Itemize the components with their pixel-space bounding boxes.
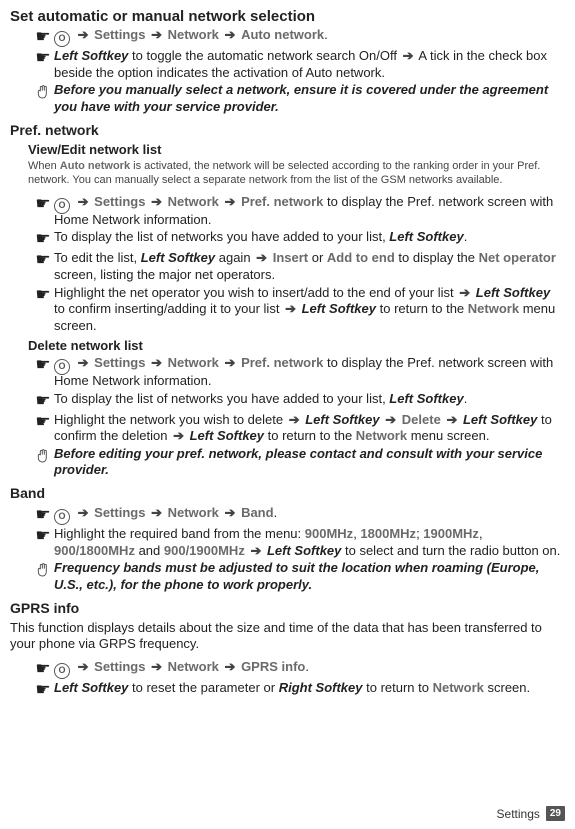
nav-pref-line-2: O ➔ Settings ➔ Network ➔ Pref. network t… (54, 355, 565, 389)
nav-auto-network-line: O ➔ Settings ➔ Network ➔ Auto network. (54, 27, 565, 45)
menu-key-icon: O (54, 359, 70, 375)
pointer-icon: ☛ (32, 527, 54, 546)
page: Set automatic or manual network selectio… (0, 0, 575, 700)
display-list-line-2: To display the list of networks you have… (54, 391, 565, 408)
section-auto: ☛ O ➔ Settings ➔ Network ➔ Auto network.… (32, 27, 565, 116)
section-band: ☛ O ➔ Settings ➔ Network ➔ Band. ☛ Highl… (32, 505, 565, 594)
note-band: Frequency bands must be adjusted to suit… (54, 560, 565, 593)
pointer-icon: ☛ (32, 28, 54, 47)
hand-icon (32, 561, 54, 582)
section-gprs: ☛ O ➔ Settings ➔ Network ➔ GPRS info. ☛ … (32, 659, 565, 700)
delete-line: Highlight the network you wish to delete… (54, 412, 565, 445)
display-list-line: To display the list of networks you have… (54, 229, 565, 246)
note-pref-edit: Before editing your pref. network, pleas… (54, 446, 565, 479)
footer-chapter: Settings (497, 807, 540, 821)
hand-icon (32, 83, 54, 104)
pointer-icon: ☛ (32, 49, 54, 68)
footer-page-number: 29 (546, 806, 565, 821)
menu-key-icon: O (54, 198, 70, 214)
note-manual-select: Before you manually select a network, en… (54, 82, 565, 115)
pointer-icon: ☛ (32, 286, 54, 305)
nav-gprs-line: O ➔ Settings ➔ Network ➔ GPRS info. (54, 659, 565, 677)
highlight-operator-line: Highlight the net operator you wish to i… (54, 285, 565, 335)
nav-pref-line: O ➔ Settings ➔ Network ➔ Pref. network t… (54, 194, 565, 228)
pointer-icon: ☛ (32, 195, 54, 214)
menu-key-icon: O (54, 509, 70, 525)
heading-view-edit: View/Edit network list (28, 142, 565, 157)
heading-auto-manual: Set automatic or manual network selectio… (10, 8, 565, 25)
edit-list-line: To edit the list, Left Softkey again ➔ I… (54, 250, 565, 283)
pointer-icon: ☛ (32, 251, 54, 270)
pointer-icon: ☛ (32, 356, 54, 375)
section-view-edit: ☛ O ➔ Settings ➔ Network ➔ Pref. network… (32, 194, 565, 334)
gprs-intro: This function displays details about the… (10, 620, 565, 654)
menu-key-icon: O (54, 663, 70, 679)
pointer-icon: ☛ (32, 681, 54, 700)
pointer-icon: ☛ (32, 506, 54, 525)
heading-pref-network: Pref. network (10, 122, 565, 138)
view-edit-intro: When Auto network is activated, the netw… (28, 159, 565, 189)
nav-band-line: O ➔ Settings ➔ Network ➔ Band. (54, 505, 565, 523)
section-delete: ☛ O ➔ Settings ➔ Network ➔ Pref. network… (32, 355, 565, 479)
pointer-icon: ☛ (32, 660, 54, 679)
hand-icon (32, 447, 54, 468)
band-select-line: Highlight the required band from the men… (54, 526, 565, 559)
menu-key-icon: O (54, 31, 70, 47)
gprs-reset-line: Left Softkey to reset the parameter or R… (54, 680, 565, 697)
auto-toggle-line: Left Softkey to toggle the automatic net… (54, 48, 565, 81)
heading-gprs: GPRS info (10, 600, 565, 616)
heading-delete-list: Delete network list (28, 338, 565, 353)
heading-band: Band (10, 485, 565, 501)
page-footer: Settings 29 (497, 806, 565, 821)
pointer-icon: ☛ (32, 230, 54, 249)
pointer-icon: ☛ (32, 413, 54, 432)
pointer-icon: ☛ (32, 392, 54, 411)
